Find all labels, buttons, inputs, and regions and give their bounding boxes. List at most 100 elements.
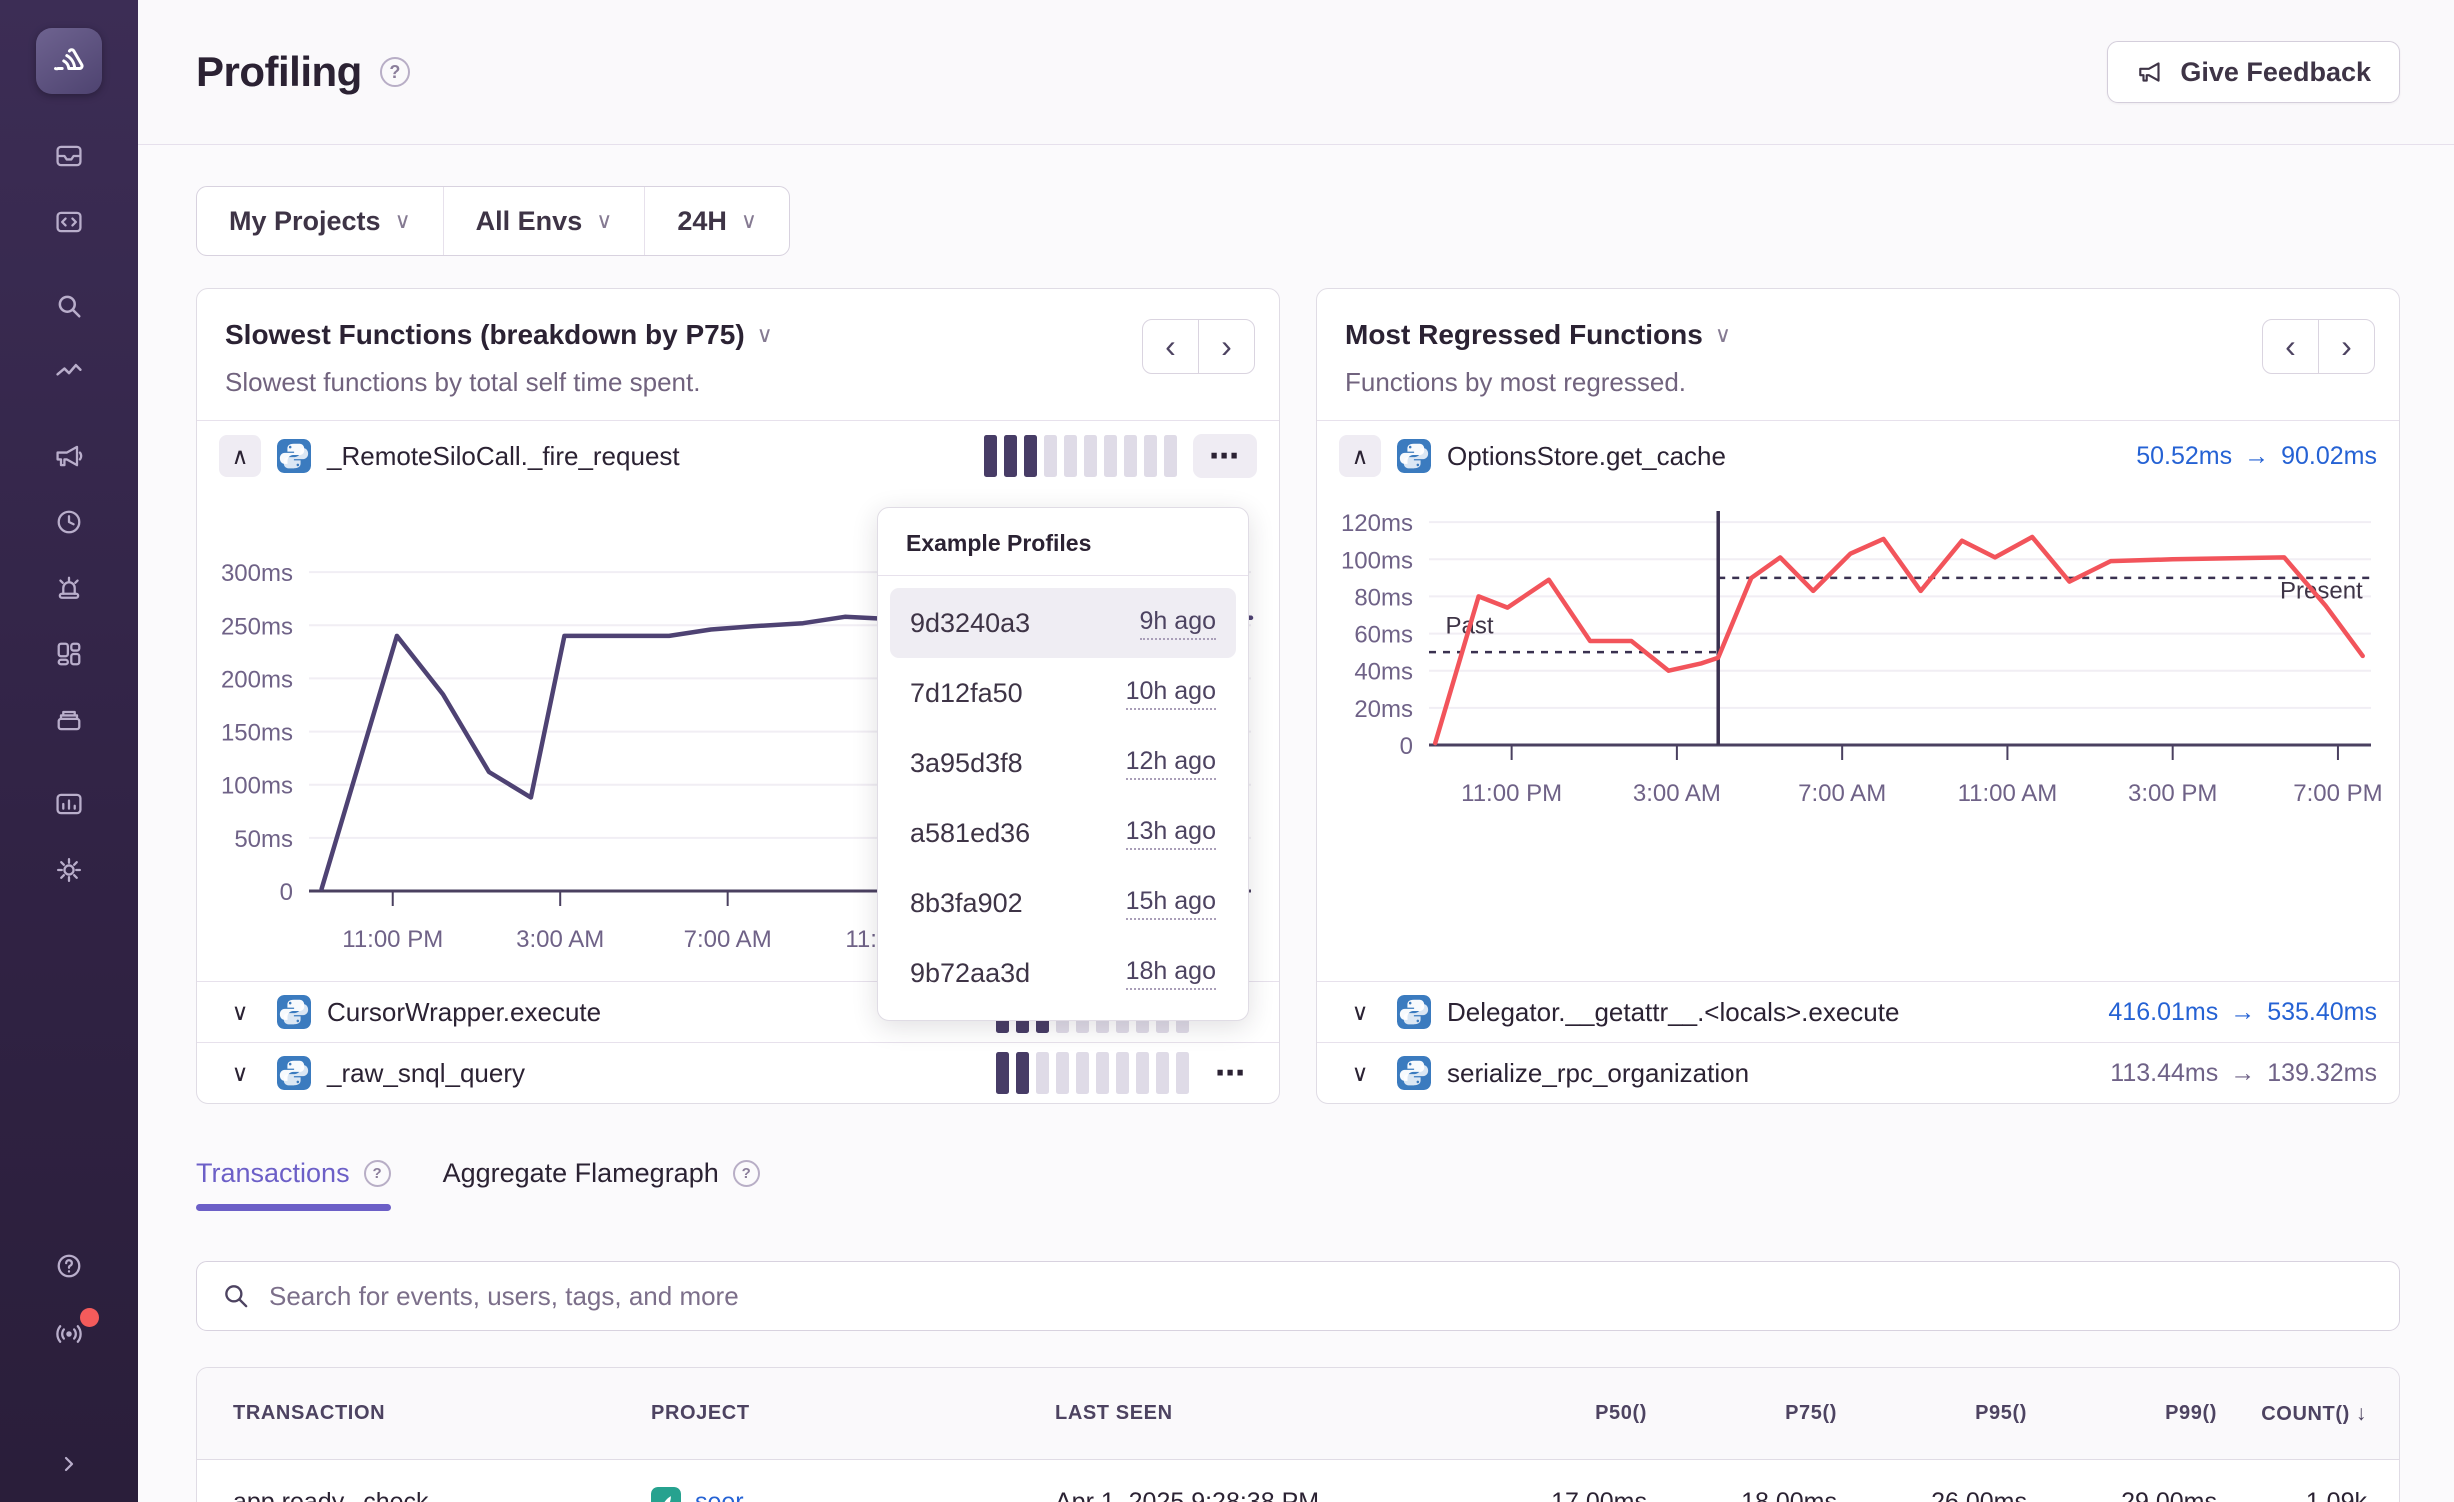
before-duration[interactable]: 416.01ms (2108, 998, 2218, 1027)
whats-new-broadcast-icon[interactable] (47, 1312, 91, 1356)
environment-filter[interactable]: All Envs ∨ (443, 187, 645, 255)
help-icon[interactable] (47, 1244, 91, 1288)
profile-id[interactable]: 3a95d3f8 (910, 748, 1023, 779)
give-feedback-label: Give Feedback (2180, 57, 2371, 88)
give-feedback-button[interactable]: Give Feedback (2107, 41, 2400, 103)
project-name-link[interactable]: seer (695, 1488, 744, 1502)
project-filter[interactable]: My Projects ∨ (197, 187, 443, 255)
profile-bars-indicator (996, 1052, 1189, 1094)
p75-value: 18.00ms (1661, 1488, 1851, 1502)
releases-icon[interactable] (47, 698, 91, 742)
project-filter-label: My Projects (229, 206, 381, 237)
issues-icon[interactable] (47, 134, 91, 178)
collapse-toggle-button[interactable]: ∧ (219, 435, 261, 477)
before-duration[interactable]: 113.44ms (2110, 1059, 2218, 1088)
transaction-link[interactable]: app.ready._check (197, 1488, 637, 1502)
row-menu-button[interactable]: ⋯ (1205, 1056, 1257, 1091)
function-row: ∧ OptionsStore.get_cache 50.52ms → 90.02… (1317, 421, 2399, 491)
after-duration[interactable]: 139.32ms (2267, 1059, 2377, 1088)
slowest-panel-subtitle: Slowest functions by total self time spe… (225, 367, 773, 398)
collapse-toggle-button[interactable]: ∧ (1339, 435, 1381, 477)
profile-id[interactable]: 9b72aa3d (910, 958, 1030, 989)
profile-age-link[interactable]: 13h ago (1126, 817, 1216, 850)
function-name[interactable]: Delegator.__getattr__.<locals>.execute (1447, 997, 1899, 1028)
profile-age-link[interactable]: 18h ago (1126, 957, 1216, 990)
sentry-logo-icon[interactable] (36, 28, 102, 94)
after-duration[interactable]: 535.40ms (2267, 998, 2377, 1027)
before-duration[interactable]: 50.52ms (2136, 442, 2232, 471)
profile-id[interactable]: 9d3240a3 (910, 608, 1030, 639)
svg-text:3:00 AM: 3:00 AM (516, 926, 604, 953)
performance-icon[interactable] (47, 350, 91, 394)
expand-toggle-button[interactable]: ∨ (1339, 1060, 1381, 1087)
expand-toggle-button[interactable]: ∨ (219, 1060, 261, 1087)
column-header-count[interactable]: COUNT()↓ (2231, 1402, 2399, 1426)
function-name[interactable]: serialize_rpc_organization (1447, 1058, 1749, 1089)
column-header-last-seen[interactable]: LAST SEEN (1041, 1402, 1471, 1425)
stats-icon[interactable] (47, 782, 91, 826)
regression-values[interactable]: 416.01ms → 535.40ms (2108, 998, 2377, 1027)
profile-item-4[interactable]: 8b3fa902 15h ago (890, 868, 1236, 938)
profile-age-link[interactable]: 12h ago (1126, 747, 1216, 780)
tab-1[interactable]: Aggregate Flamegraph ? (443, 1158, 760, 1211)
table-row[interactable]: app.ready._check seer Apr 1, 2025 9:28:3… (197, 1460, 2399, 1502)
function-row: ∨ Delegator.__getattr__.<locals>.execute… (1317, 981, 2399, 1042)
sidebar-expand-icon[interactable] (47, 1442, 91, 1486)
pager-prev-button[interactable]: ‹ (1142, 319, 1199, 374)
profile-item-2[interactable]: 3a95d3f8 12h ago (890, 728, 1236, 798)
profile-id[interactable]: 7d12fa50 (910, 678, 1023, 709)
search-nav-icon[interactable] (47, 284, 91, 328)
tab-help-icon[interactable]: ? (733, 1160, 760, 1187)
profile-id[interactable]: 8b3fa902 (910, 888, 1023, 919)
arrow-right-icon: → (2230, 1059, 2255, 1088)
function-name[interactable]: _RemoteSiloCall._fire_request (327, 441, 680, 472)
python-platform-icon (277, 995, 311, 1029)
regression-values[interactable]: 113.44ms → 139.32ms (2110, 1059, 2377, 1088)
profile-age-link[interactable]: 9h ago (1140, 607, 1216, 640)
function-name[interactable]: CursorWrapper.execute (327, 997, 601, 1028)
profile-age-link[interactable]: 15h ago (1126, 887, 1216, 920)
column-header-p50[interactable]: P50() (1471, 1402, 1661, 1425)
profile-item-5[interactable]: 9b72aa3d 18h ago (890, 938, 1236, 1008)
tab-0[interactable]: Transactions ? (196, 1158, 391, 1211)
search-input[interactable] (269, 1281, 2375, 1312)
column-header-project[interactable]: PROJECT (637, 1402, 1041, 1425)
function-name[interactable]: _raw_snql_query (327, 1058, 525, 1089)
dashboards-icon[interactable] (47, 632, 91, 676)
settings-gear-icon[interactable] (47, 848, 91, 892)
regressed-panel-title-dropdown[interactable]: Most Regressed Functions ∨ (1345, 319, 1731, 351)
pager-prev-button[interactable]: ‹ (2262, 319, 2319, 374)
page-help-icon[interactable]: ? (380, 57, 410, 87)
profile-item-3[interactable]: a581ed36 13h ago (890, 798, 1236, 868)
table-header-row: TRANSACTION PROJECT LAST SEEN P50() P75(… (197, 1368, 2399, 1460)
profile-bar (1084, 435, 1097, 477)
column-header-p75[interactable]: P75() (1661, 1402, 1851, 1425)
column-header-p95[interactable]: P95() (1851, 1402, 2041, 1425)
profile-age-link[interactable]: 10h ago (1126, 677, 1216, 710)
svg-text:3:00 AM: 3:00 AM (1633, 780, 1721, 807)
pager-next-button[interactable]: › (1198, 319, 1255, 374)
pager-next-button[interactable]: › (2318, 319, 2375, 374)
svg-text:0: 0 (280, 879, 293, 906)
date-range-filter[interactable]: 24H ∨ (644, 187, 789, 255)
expand-toggle-button[interactable]: ∨ (1339, 999, 1381, 1026)
expand-toggle-button[interactable]: ∨ (219, 999, 261, 1026)
profile-item-1[interactable]: 7d12fa50 10h ago (890, 658, 1236, 728)
function-name[interactable]: OptionsStore.get_cache (1447, 441, 1726, 472)
tab-help-icon[interactable]: ? (364, 1160, 391, 1187)
after-duration[interactable]: 90.02ms (2281, 442, 2377, 471)
project-cell[interactable]: seer (637, 1487, 1041, 1502)
profile-bar (1076, 1052, 1089, 1094)
last-seen-value: Apr 1, 2025 9:28:38 PM (1041, 1488, 1471, 1502)
alerts-siren-icon[interactable] (47, 566, 91, 610)
column-header-transaction[interactable]: TRANSACTION (197, 1402, 637, 1425)
profile-item-0[interactable]: 9d3240a3 9h ago (890, 588, 1236, 658)
replays-clock-icon[interactable] (47, 500, 91, 544)
column-header-p99[interactable]: P99() (2041, 1402, 2231, 1425)
profile-id[interactable]: a581ed36 (910, 818, 1030, 849)
explore-code-icon[interactable] (47, 200, 91, 244)
regression-values[interactable]: 50.52ms → 90.02ms (2136, 442, 2377, 471)
slowest-panel-title-dropdown[interactable]: Slowest Functions (breakdown by P75) ∨ (225, 319, 773, 351)
feedback-megaphone-icon[interactable] (47, 434, 91, 478)
row-menu-button[interactable]: ⋯ (1193, 434, 1257, 478)
